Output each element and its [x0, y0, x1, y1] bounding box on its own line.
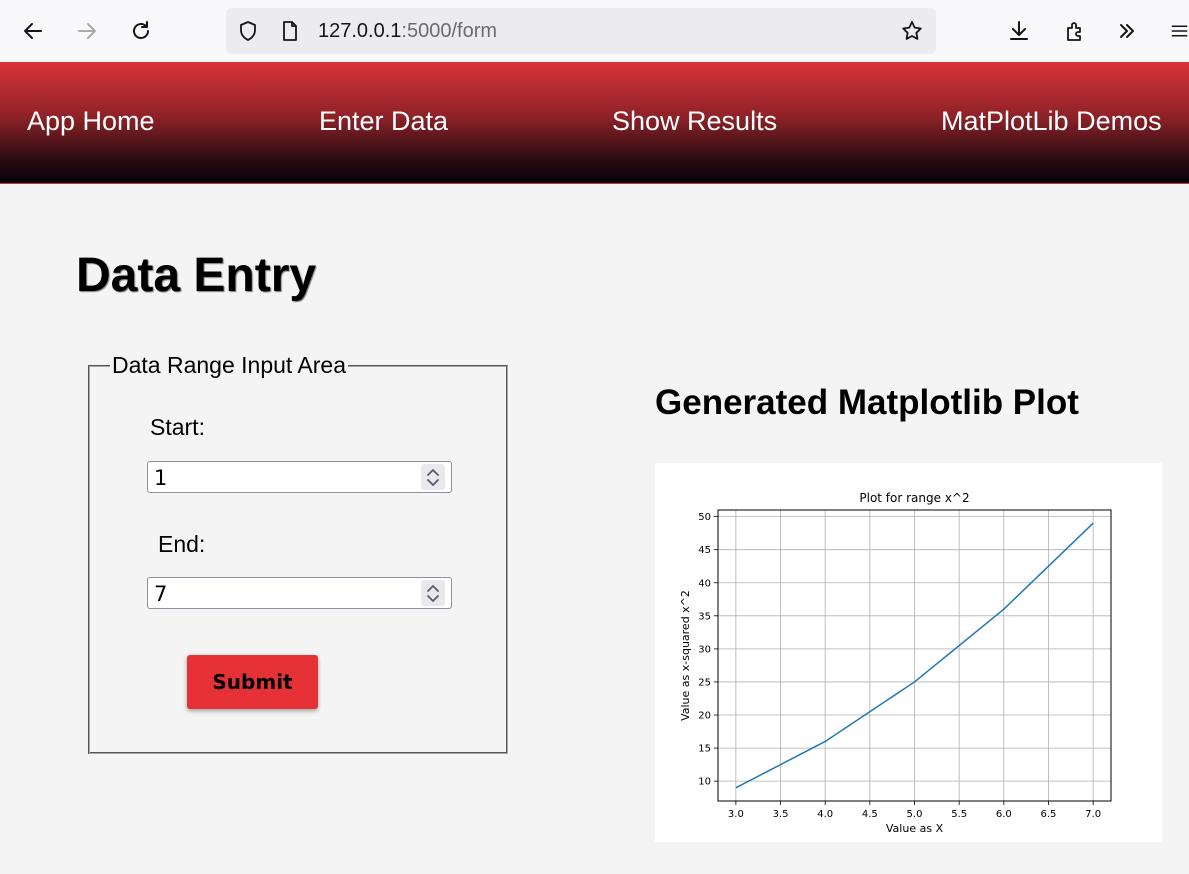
overflow-chevrons-icon[interactable]: [1110, 14, 1144, 48]
start-label: Start:: [150, 414, 205, 440]
end-input-value: 7: [154, 582, 168, 606]
y-tick-label: 15: [698, 744, 711, 755]
line-chart: 3.0 3.5 4.0 4.5 5.0 5.5 6.0 6.5 7.0 10 15 20 25 30 35 4…: [679, 491, 1112, 835]
x-tick-label: 5.5: [951, 809, 967, 820]
nav-show-results[interactable]: Show Results: [612, 106, 777, 137]
x-tick-label: 3.0: [728, 809, 744, 820]
x-tick-label: 6.5: [1041, 809, 1057, 820]
submit-button[interactable]: Submit: [187, 655, 318, 709]
chart-title: Plot for range x^2: [859, 491, 969, 505]
back-arrow-icon[interactable]: [16, 14, 50, 48]
url-text[interactable]: 127.0.0.1:5000/form: [318, 20, 497, 43]
grid-layer: [718, 510, 1111, 801]
y-tick-label: 50: [698, 512, 711, 523]
x-tick-label: 4.0: [817, 809, 833, 820]
y-axis-label: Value as x-squared x^2: [679, 590, 692, 721]
x-axis-label: Value as X: [886, 822, 944, 835]
start-spinner[interactable]: [421, 464, 445, 490]
download-icon[interactable]: [1002, 14, 1036, 48]
tick-layer: 3.0 3.5 4.0 4.5 5.0 5.5 6.0 6.5 7.0 10 15 20 25 30 35 4…: [698, 512, 1101, 820]
page-icon[interactable]: [278, 19, 302, 43]
start-input[interactable]: 1: [147, 461, 452, 493]
x-tick-label: 7.0: [1085, 809, 1101, 820]
nav-app-home[interactable]: App Home: [27, 106, 155, 137]
nav-matplotlib-demos[interactable]: MatPlotLib Demos: [941, 106, 1162, 137]
plot-section-heading: Generated Matplotlib Plot: [655, 383, 1079, 422]
y-tick-label: 40: [698, 578, 711, 589]
chevron-up-icon[interactable]: [426, 583, 440, 593]
plot-image: 3.0 3.5 4.0 4.5 5.0 5.5 6.0 6.5 7.0 10 15 20 25 30 35 4…: [655, 463, 1162, 842]
x-tick-label: 3.5: [773, 809, 789, 820]
end-label: End:: [158, 531, 206, 557]
browser-toolbar: 127.0.0.1:5000/form: [0, 0, 1189, 63]
x-tick-label: 6.0: [996, 809, 1012, 820]
y-tick-label: 20: [698, 711, 711, 722]
extensions-icon[interactable]: [1058, 14, 1092, 48]
start-input-value: 1: [154, 466, 168, 490]
fieldset-legend: Data Range Input Area: [112, 352, 346, 378]
menu-icon[interactable]: [1164, 14, 1189, 48]
chevron-down-icon[interactable]: [426, 594, 440, 604]
y-tick-label: 35: [698, 611, 711, 622]
y-tick-label: 10: [698, 777, 711, 788]
shield-icon[interactable]: [236, 19, 260, 43]
y-tick-label: 25: [698, 677, 711, 688]
chevron-up-icon[interactable]: [426, 467, 440, 477]
nav-enter-data[interactable]: Enter Data: [319, 106, 448, 137]
end-input[interactable]: 7: [147, 577, 452, 609]
x-tick-label: 4.5: [862, 809, 878, 820]
url-host: 127.0.0.1: [318, 20, 402, 42]
page-title: Data Entry: [76, 249, 317, 302]
star-icon[interactable]: [900, 19, 924, 43]
end-spinner[interactable]: [421, 580, 445, 606]
chevron-down-icon[interactable]: [426, 478, 440, 488]
app-nav-bar: App Home Enter Data Show Results MatPlot…: [0, 62, 1189, 184]
forward-arrow-icon[interactable]: [70, 14, 104, 48]
x-tick-label: 5.0: [907, 809, 923, 820]
y-tick-label: 30: [698, 644, 711, 655]
y-tick-label: 45: [698, 545, 711, 556]
reload-icon[interactable]: [124, 14, 158, 48]
url-bar[interactable]: 127.0.0.1:5000/form: [226, 8, 936, 54]
url-path: :5000/form: [401, 20, 498, 42]
